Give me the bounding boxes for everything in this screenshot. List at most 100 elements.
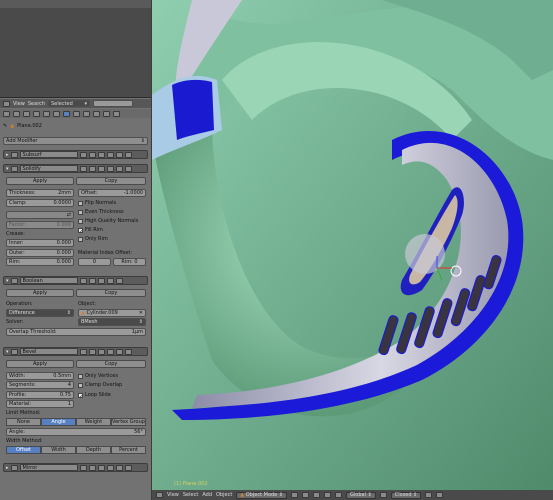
editmode-toggle-icon[interactable]: [97, 464, 105, 471]
realtime-toggle-icon[interactable]: [79, 464, 87, 471]
solidify-copy-button[interactable]: Copy: [76, 177, 146, 185]
close-icon[interactable]: [124, 165, 132, 172]
move-down-icon[interactable]: [115, 348, 123, 355]
modifiers-tab-icon[interactable]: [63, 110, 70, 117]
menu-view[interactable]: View: [13, 101, 25, 107]
realtime-toggle-icon[interactable]: [79, 165, 87, 172]
move-down-icon[interactable]: [115, 151, 123, 158]
modifier-solidify-header[interactable]: ▾ Solidify: [3, 164, 148, 173]
render-toggle-icon[interactable]: [88, 464, 96, 471]
crease-outer-field[interactable]: Outer: 0.000: [6, 249, 74, 257]
limit-none-option[interactable]: None: [6, 418, 41, 426]
bevel-apply-button[interactable]: Apply: [6, 360, 74, 368]
menu-add[interactable]: Add: [202, 492, 212, 498]
limit-weight-option[interactable]: Weight: [76, 418, 111, 426]
modifier-mirror-header[interactable]: ▸ Mirror: [3, 463, 148, 472]
solidify-name-field[interactable]: Solidify: [19, 165, 78, 172]
layers-tab-icon[interactable]: [13, 110, 20, 117]
modifier-boolean-header[interactable]: ▾ Boolean: [3, 276, 148, 285]
close-icon[interactable]: [124, 464, 132, 471]
even-thickness-checkbox[interactable]: Even Thickness: [78, 208, 124, 216]
clamp-field[interactable]: Clamp: 0.0000: [6, 199, 74, 207]
operation-dropdown[interactable]: Difference ⇕: [6, 309, 74, 317]
move-up-icon[interactable]: [106, 348, 114, 355]
world-tab-icon[interactable]: [33, 110, 40, 117]
profile-field[interactable]: Profile: 0.75: [6, 391, 74, 399]
render-preview-icon[interactable]: [436, 492, 444, 498]
clamp-overlap-checkbox[interactable]: Clamp Overlap: [78, 381, 122, 389]
pivot-icon[interactable]: [302, 492, 310, 498]
render-toggle-icon[interactable]: [88, 165, 96, 172]
width-width-option[interactable]: Width: [41, 446, 76, 454]
overlap-threshold-field[interactable]: Overlap Threshold: 1µm: [6, 328, 146, 336]
move-up-icon[interactable]: [97, 277, 105, 284]
render-toggle-icon[interactable]: [88, 348, 96, 355]
offset-field[interactable]: Offset: -1.0000: [78, 189, 146, 197]
scene-tab-icon[interactable]: [23, 110, 30, 117]
bevel-name-field[interactable]: Bevel: [19, 348, 78, 355]
editor-type-icon[interactable]: [3, 100, 10, 107]
realtime-toggle-icon[interactable]: [79, 151, 87, 158]
3d-viewport[interactable]: (1) Plane.002: [152, 0, 553, 500]
shading-icon[interactable]: [291, 492, 299, 498]
render-toggle-icon[interactable]: [88, 151, 96, 158]
material-offset-field[interactable]: 0: [78, 258, 111, 266]
move-down-icon[interactable]: [115, 165, 123, 172]
expand-triangle-icon[interactable]: ▾: [6, 166, 9, 172]
move-up-icon[interactable]: [106, 165, 114, 172]
translate-icon[interactable]: [324, 492, 332, 498]
vertex-group-field[interactable]: ⇄: [6, 211, 74, 219]
bevel-width-field[interactable]: Width: 0.5mm: [6, 372, 74, 380]
material-tab-icon[interactable]: [83, 110, 90, 117]
proportional-dropdown[interactable]: Closed ⇕: [390, 491, 422, 499]
close-icon[interactable]: [124, 151, 132, 158]
particles-tab-icon[interactable]: [103, 110, 110, 117]
collapse-triangle-icon[interactable]: ▸: [6, 465, 9, 471]
menu-select[interactable]: Select: [183, 492, 198, 498]
move-down-icon[interactable]: [106, 277, 114, 284]
flip-normals-checkbox[interactable]: Flip Normals: [78, 199, 116, 207]
pin-icon[interactable]: ✎: [3, 123, 7, 129]
fill-rim-checkbox[interactable]: ✓ Fill Rim: [78, 226, 103, 235]
high-quality-normals-checkbox[interactable]: High Quality Normals: [78, 217, 138, 225]
loop-slide-checkbox[interactable]: ✓ Loop Slide: [78, 391, 111, 400]
expand-triangle-icon[interactable]: ▾: [6, 349, 9, 355]
close-icon[interactable]: [124, 348, 132, 355]
realtime-toggle-icon[interactable]: [79, 277, 87, 284]
add-modifier-dropdown[interactable]: Add Modifier ⇕: [3, 137, 148, 145]
editmode-toggle-icon[interactable]: [97, 165, 105, 172]
bevel-copy-button[interactable]: Copy: [76, 360, 146, 368]
object-tab-icon[interactable]: [43, 110, 50, 117]
filter-dropdown[interactable]: Selected ▾: [48, 100, 91, 107]
search-input[interactable]: [93, 100, 134, 107]
constraints-tab-icon[interactable]: [53, 110, 60, 117]
object-picker[interactable]: ▲ Cylinder.009 ✕: [78, 309, 146, 317]
menu-view[interactable]: View: [167, 492, 179, 498]
menu-search[interactable]: Search: [28, 101, 45, 107]
move-up-icon[interactable]: [106, 464, 114, 471]
solidify-apply-button[interactable]: Apply: [6, 177, 74, 185]
collapse-triangle-icon[interactable]: ▸: [6, 152, 9, 158]
thickness-field[interactable]: Thickness: 2mm: [6, 189, 74, 197]
close-icon[interactable]: [115, 277, 123, 284]
width-percent-option[interactable]: Percent: [111, 446, 146, 454]
segments-field[interactable]: Segments: 4: [6, 381, 74, 389]
boolean-copy-button[interactable]: Copy: [76, 289, 146, 297]
move-up-icon[interactable]: [106, 151, 114, 158]
manipulator-icon[interactable]: [313, 492, 321, 498]
factor-field[interactable]: Factor: 0.000: [6, 221, 74, 229]
move-down-icon[interactable]: [115, 464, 123, 471]
mode-dropdown[interactable]: ▲ Object Mode ⇕: [236, 491, 288, 499]
data-tab-icon[interactable]: [73, 110, 80, 117]
width-depth-option[interactable]: Depth: [76, 446, 111, 454]
realtime-toggle-icon[interactable]: [79, 348, 87, 355]
limit-vertex-group-option[interactable]: Vertex Group: [111, 418, 146, 426]
editmode-toggle-icon[interactable]: [97, 348, 105, 355]
only-rim-checkbox[interactable]: Only Rim: [78, 235, 108, 243]
editor-type-icon[interactable]: [156, 492, 163, 498]
layers-icon[interactable]: [379, 492, 387, 498]
physics-tab-icon[interactable]: [113, 110, 120, 117]
solver-dropdown[interactable]: BMesh ⇕: [78, 318, 146, 326]
render-tab-icon[interactable]: [3, 110, 10, 117]
orientation-dropdown[interactable]: Global ⇕: [346, 491, 376, 499]
